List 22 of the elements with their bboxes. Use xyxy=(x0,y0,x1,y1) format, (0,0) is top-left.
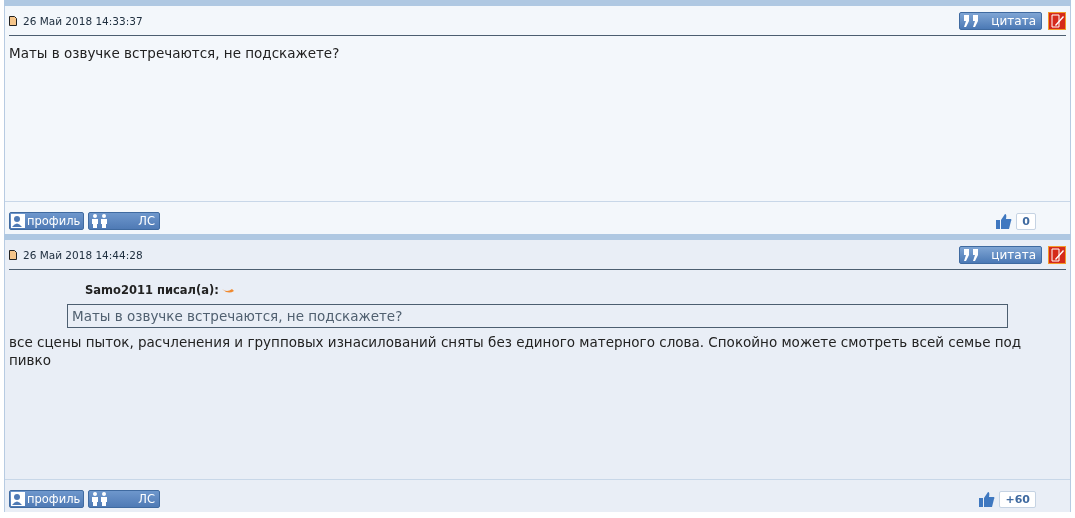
rating-count: 0 xyxy=(1016,212,1036,230)
edit-icon[interactable] xyxy=(1048,12,1066,30)
user-icon xyxy=(11,214,25,228)
profile-button[interactable]: профиль xyxy=(9,212,85,230)
rating-count: +60 xyxy=(999,490,1036,508)
quote-button[interactable]: цитата xyxy=(959,246,1042,264)
post-date: 26 Май 2018 14:33:37 xyxy=(23,15,144,27)
message-button[interactable]: ЛС xyxy=(88,212,160,230)
thumbs-up-icon[interactable] xyxy=(979,491,996,507)
message-button[interactable]: ЛС xyxy=(88,490,160,508)
profile-button[interactable]: профиль xyxy=(9,490,85,508)
document-icon xyxy=(9,16,17,26)
edit-icon[interactable] xyxy=(1048,246,1066,264)
post-text: Маты в озвучке встречаются, не подскажете? xyxy=(9,44,341,62)
quote-author: Samo2011 писал(а): xyxy=(85,282,219,299)
thumbs-up-icon[interactable] xyxy=(996,213,1013,229)
post-text: все сцены пыток, расчленения и групповых изнасилований сняты без единого матерного слова. Спокойно можете смотреть всей семье под пивко xyxy=(9,333,1023,369)
user-icon xyxy=(11,492,25,506)
post-date: 26 Май 2018 14:44:28 xyxy=(23,249,144,261)
quote-button[interactable]: цитата xyxy=(959,12,1042,30)
document-icon xyxy=(9,250,17,260)
quote-text: Маты в озвучке встречаются, не подскажете? xyxy=(67,304,1008,328)
